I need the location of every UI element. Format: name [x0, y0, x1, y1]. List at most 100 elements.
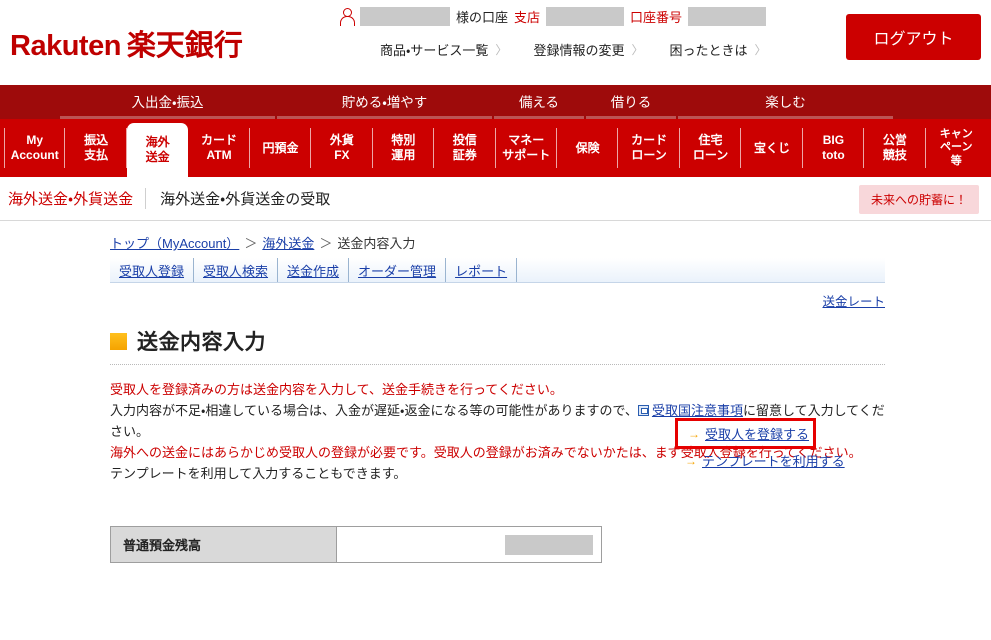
- header-link-change-info-label: 登録情報の変更: [533, 43, 625, 58]
- person-icon: [340, 7, 355, 26]
- page-content: トップ（MyAccount） ＞ 海外送金 ＞ 送金内容入力 受取人登録 受取人検索 送…: [0, 221, 991, 564]
- tab-money-support[interactable]: マネー サポート: [496, 119, 558, 177]
- tab-card-loan[interactable]: カード ローン: [618, 119, 681, 177]
- tab-lottery[interactable]: 宝くじ: [741, 119, 804, 177]
- tab-my-account[interactable]: My Account: [4, 119, 66, 177]
- remittance-rate-link[interactable]: 送金レート: [822, 295, 885, 309]
- header-link-products[interactable]: 商品・サービス一覧 〉: [380, 40, 507, 59]
- tab-investment-securities[interactable]: 投信 証券: [434, 119, 496, 177]
- table-row: 普通預金残高: [110, 526, 602, 563]
- tab-card-atm-line1: カード: [201, 133, 238, 148]
- tab-overseas-remittance-line2: 送金: [145, 150, 170, 164]
- tab-lottery-label: 宝くじ: [753, 140, 790, 155]
- tab-money-support-line2: サポート: [502, 148, 551, 162]
- tab-forex-fx[interactable]: 外貨 FX: [311, 119, 374, 177]
- tab-big-toto-line1: BIG: [822, 133, 845, 148]
- header-link-help-label: 困ったときは: [669, 43, 748, 58]
- tab-campaign[interactable]: キャン ペーン等: [926, 119, 987, 177]
- register-payee-highlight-box: → 受取人を登録する: [675, 418, 817, 449]
- tab-housing-loan-line1: 住宅: [698, 133, 723, 148]
- tab-overseas-remittance-line1: 海外: [145, 135, 170, 150]
- balance-row-label: 普通預金残高: [110, 526, 337, 563]
- breadcrumb-current: 送金内容入力: [337, 236, 416, 251]
- subtab-payee-search[interactable]: 受取人検索: [194, 258, 279, 282]
- gnav-item-prepare[interactable]: 備える: [494, 85, 584, 119]
- tab-investment-securities-line1: 投信: [452, 133, 477, 148]
- section-marker-icon: [110, 332, 127, 350]
- action-use-template[interactable]: → テンプレートを利用する: [675, 449, 885, 472]
- subtab-payee-registration[interactable]: 受取人登録: [110, 258, 195, 282]
- balance-row-value: [336, 526, 602, 563]
- content-inner: トップ（MyAccount） ＞ 海外送金 ＞ 送金内容入力 受取人登録 受取人検索 送…: [110, 221, 885, 564]
- tab-card-loan-line2: ローン: [631, 148, 667, 162]
- breadcrumb: トップ（MyAccount） ＞ 海外送金 ＞ 送金内容入力: [110, 221, 885, 258]
- instruction-line-red-1: 受取人を登録済みの方は送金内容を入力して、送金手続きを行ってください。: [110, 382, 563, 397]
- subtab-payee-registration-link[interactable]: 受取人登録: [119, 261, 184, 280]
- account-holder-masked: [360, 7, 450, 26]
- tab-transfer-payment-line2: 支払: [84, 148, 109, 162]
- tab-transfer-payment[interactable]: 振込 支払: [65, 119, 128, 177]
- tab-special-investment-line2: 運用: [391, 148, 416, 162]
- rakuten-bank-logo[interactable]: Rakuten 楽天銀行: [10, 22, 243, 64]
- chevron-right-icon: 〉: [631, 43, 644, 57]
- gnav-item-borrow[interactable]: 借りる: [586, 85, 676, 119]
- action-register-payee[interactable]: → 受取人を登録する: [678, 422, 809, 445]
- tab-housing-loan[interactable]: 住宅 ローン: [680, 119, 742, 177]
- breadcrumb-overseas[interactable]: 海外送金: [262, 236, 314, 251]
- gnav-item-deposit-transfer[interactable]: 入出金・振込: [60, 85, 275, 119]
- breadcrumb-top[interactable]: トップ（MyAccount）: [110, 236, 239, 251]
- service-tab-bar: My Account 振込 支払 海外 送金 カード ATM 円預金 外貨 FX 特別 運用…: [0, 119, 991, 177]
- tab-forex-fx-line2: FX: [334, 148, 350, 162]
- gnav-item-enjoy[interactable]: 楽しむ: [678, 85, 893, 119]
- subtab-payee-search-link[interactable]: 受取人検索: [203, 261, 268, 280]
- account-info-row: 様の口座 支店 口座番号: [340, 7, 767, 26]
- action-register-payee-link[interactable]: 受取人を登録する: [705, 424, 809, 443]
- tab-special-investment[interactable]: 特別 運用: [373, 119, 435, 177]
- instruction-line-black-1a: 入力内容が不足・相違している場合は、入金が遅延・返金になる等の可能性がありますの…: [110, 403, 638, 419]
- savings-badge[interactable]: 未来への貯蓄に！: [858, 185, 979, 214]
- subtab-report[interactable]: レポート: [446, 258, 518, 282]
- header-link-change-info[interactable]: 登録情報の変更 〉: [533, 40, 643, 59]
- tab-transfer-payment-line1: 振込: [84, 133, 109, 148]
- subtab-order-management-link[interactable]: オーダー管理: [358, 261, 436, 280]
- tab-public-sports[interactable]: 公営 競技: [864, 119, 927, 177]
- page-category-label: 海外送金・外貨送金: [8, 188, 147, 209]
- country-notes-link[interactable]: 受取国注意事項: [652, 403, 743, 418]
- subtab-create-remittance[interactable]: 送金作成: [278, 258, 350, 282]
- action-links: → 受取人を登録する → テンプレートを利用する: [675, 418, 885, 472]
- header-link-products-label: 商品・サービス一覧: [380, 43, 489, 58]
- tab-overseas-remittance[interactable]: 海外 送金: [126, 123, 189, 177]
- popup-window-icon: [637, 405, 649, 417]
- tab-special-investment-line1: 特別: [391, 133, 416, 148]
- sub-tab-bar: 受取人登録 受取人検索 送金作成 オーダー管理 レポート: [110, 258, 885, 283]
- logo-jp-text: 楽天銀行: [126, 30, 243, 62]
- breadcrumb-separator: ＞: [244, 236, 258, 251]
- subtab-report-link[interactable]: レポート: [455, 261, 507, 280]
- tab-big-toto[interactable]: BIG toto: [803, 119, 865, 177]
- tab-card-atm-line2: ATM: [206, 148, 232, 162]
- subtab-order-management[interactable]: オーダー管理: [349, 258, 447, 282]
- gnav-item-save-grow[interactable]: 貯める・増やす: [277, 85, 492, 119]
- balance-value-masked: [505, 534, 593, 555]
- header-link-help[interactable]: 困ったときは 〉: [669, 40, 766, 59]
- arrow-right-icon: →: [685, 453, 697, 468]
- tab-forex-fx-line1: 外貨: [329, 133, 354, 148]
- tab-public-sports-line1: 公営: [882, 133, 907, 148]
- tab-campaign-line2: ペーン: [940, 141, 973, 154]
- tab-card-atm[interactable]: カード ATM: [188, 119, 251, 177]
- tab-insurance[interactable]: 保険: [557, 119, 619, 177]
- tab-campaign-line1: キャン: [939, 127, 973, 140]
- logout-button[interactable]: ログアウト: [846, 14, 981, 60]
- subtab-create-remittance-link[interactable]: 送金作成: [287, 261, 339, 280]
- tab-big-toto-line2: toto: [822, 148, 845, 162]
- tab-campaign-line3: 等: [950, 154, 962, 167]
- chevron-right-icon: 〉: [495, 43, 508, 57]
- tab-insurance-label: 保険: [575, 140, 600, 155]
- tab-yen-deposit[interactable]: 円預金: [250, 119, 312, 177]
- tab-investment-securities-line2: 証券: [452, 148, 477, 162]
- action-use-template-link[interactable]: テンプレートを利用する: [702, 451, 845, 470]
- breadcrumb-separator: ＞: [319, 236, 333, 251]
- account-number-masked: [688, 7, 767, 26]
- page-title: 海外送金・外貨送金の受取: [160, 191, 331, 208]
- page-header: Rakuten 楽天銀行 様の口座 支店 口座番号 商品・サービス一覧 〉 登録情…: [0, 0, 991, 85]
